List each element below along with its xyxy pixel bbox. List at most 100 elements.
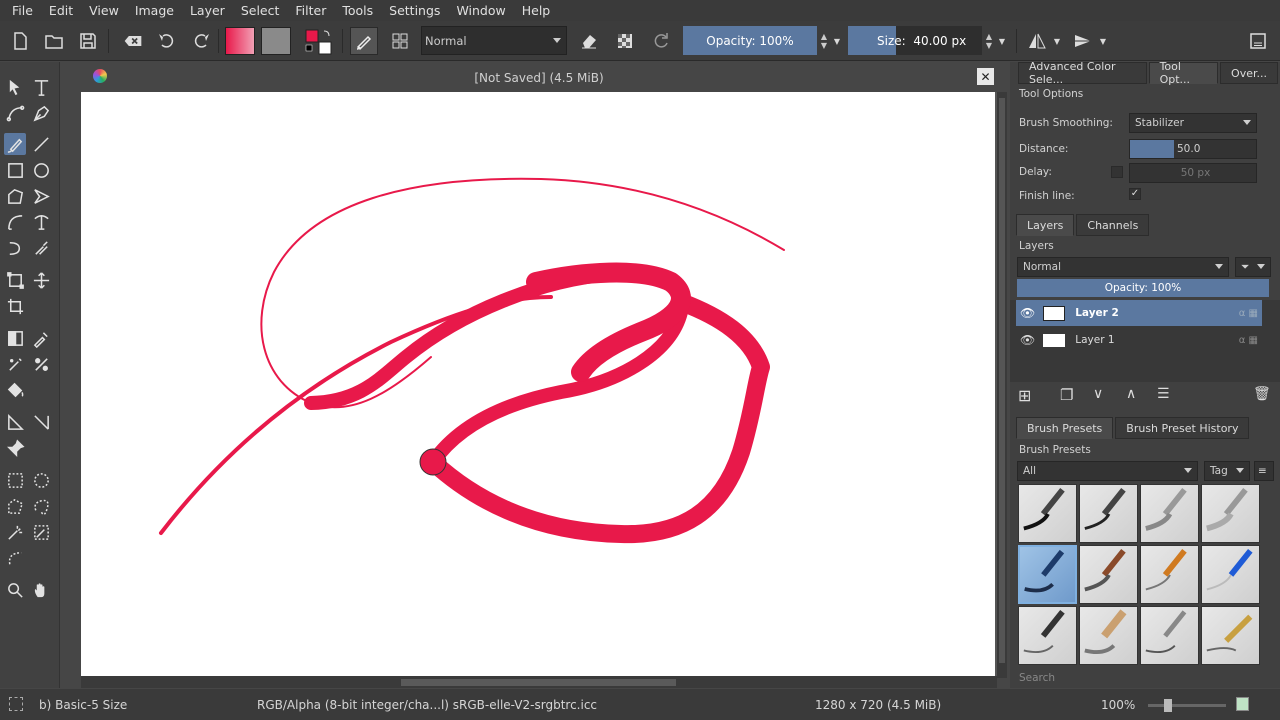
gradient-tool-icon[interactable] [4,327,26,349]
similar-select-tool-icon[interactable] [30,521,52,543]
layer-visibility-eye-icon[interactable]: 👁 [1020,333,1035,347]
pan-tool-icon[interactable] [30,579,52,601]
status-color-space[interactable]: RGB/Alpha (8-bit integer/cha...l) sRGB-e… [257,698,597,712]
menu-file[interactable]: File [4,3,41,18]
contiguous-select-tool-icon[interactable] [4,521,26,543]
tab-channels[interactable]: Channels [1076,214,1150,236]
multibrush-tool-icon[interactable] [30,237,52,259]
zoom-slider[interactable] [1148,699,1226,712]
layer-properties-icon[interactable]: ☰ [1157,386,1170,402]
zoom-slider-handle[interactable] [1164,699,1172,712]
move-layer-down-icon[interactable]: ∨ [1093,386,1103,402]
layers-blend-mode-select[interactable]: Normal [1017,257,1229,277]
layers-filter-icon[interactable]: ⏷ [1235,257,1271,277]
finish-line-checkbox[interactable]: ✓ [1129,188,1141,200]
drawing-canvas[interactable] [81,92,995,676]
brush-settings-icon[interactable] [388,27,412,55]
freehand-brush-tool-icon[interactable] [4,133,26,155]
presets-search-field[interactable]: Search [1019,672,1055,684]
reference-images-tool-icon[interactable] [4,437,26,459]
layer-lock-icon[interactable]: α ▦ [1239,335,1258,346]
eraser-mode-icon[interactable] [576,27,602,55]
crop-tool-icon[interactable] [4,295,26,317]
brush-preset-tile-selected[interactable] [1018,545,1077,604]
open-document-icon[interactable] [42,27,66,55]
ellipse-tool-icon[interactable] [30,159,52,181]
rectangle-tool-icon[interactable] [4,159,26,181]
blend-mode-select[interactable]: Normal [421,26,567,55]
opacity-dropdown-icon[interactable]: ▼ [831,27,843,55]
preserve-alpha-icon[interactable] [612,27,638,55]
zoom-tool-icon[interactable] [4,579,26,601]
rect-select-tool-icon[interactable] [4,469,26,491]
workspace-icon[interactable] [1245,27,1271,55]
presets-menu-icon[interactable]: ≡ [1254,461,1274,481]
mirror-horizontal-icon[interactable] [1024,27,1050,55]
fill-tool-icon[interactable] [4,379,26,401]
redo-icon[interactable] [189,27,213,55]
delay-checkbox[interactable] [1111,166,1123,178]
menu-settings[interactable]: Settings [381,3,448,18]
layers-opacity-slider[interactable]: Opacity: 100% [1017,279,1269,297]
mirror-v-dropdown-icon[interactable]: ▼ [1097,27,1109,55]
brush-preset-tile[interactable] [1201,545,1260,604]
gradient-swatch[interactable] [225,27,255,55]
brush-preset-tile[interactable] [1079,606,1138,665]
freehand-select-tool-icon[interactable] [30,495,52,517]
add-layer-icon[interactable]: ⊞ [1018,386,1031,405]
vertical-scrollbar[interactable] [997,92,1007,678]
opacity-stepper[interactable]: ▲ ▼ [818,29,830,53]
status-zoom[interactable]: 100% [1101,698,1135,712]
menu-filter[interactable]: Filter [287,3,334,18]
polygon-tool-icon[interactable] [4,185,26,207]
brush-preset-tile[interactable] [1140,606,1199,665]
menu-tools[interactable]: Tools [334,3,381,18]
new-document-icon[interactable] [8,27,32,55]
mirror-h-dropdown-icon[interactable]: ▼ [1051,27,1063,55]
delay-field[interactable]: 50 px [1129,163,1257,183]
move-layer-up-icon[interactable]: ∧ [1126,386,1136,402]
duplicate-layer-icon[interactable]: ❐ [1060,386,1073,404]
menu-window[interactable]: Window [448,3,513,18]
dynamic-brush-tool-icon[interactable] [4,237,26,259]
brush-preset-tile[interactable] [1201,606,1260,665]
clear-icon[interactable] [118,27,148,55]
smart-patch-tool-icon[interactable] [30,353,52,375]
menu-image[interactable]: Image [127,3,182,18]
undo-icon[interactable] [155,27,179,55]
brush-preset-tile[interactable] [1018,606,1077,665]
tab-overview[interactable]: Over... [1220,62,1278,84]
menu-layer[interactable]: Layer [182,3,233,18]
menu-view[interactable]: View [81,3,127,18]
line-tool-icon[interactable] [30,133,52,155]
layer-row-2[interactable]: 👁 Layer 2 α ▦ [1016,300,1262,326]
tab-brush-preset-history[interactable]: Brush Preset History [1115,417,1250,439]
selection-display-icon[interactable] [9,697,23,711]
delete-layer-icon[interactable]: 🗑 [1253,386,1271,402]
menu-help[interactable]: Help [514,3,559,18]
menu-edit[interactable]: Edit [41,3,81,18]
layer-name[interactable]: Layer 1 [1075,334,1114,346]
brush-preset-tile[interactable] [1018,484,1077,543]
bezier-select-tool-icon[interactable] [4,547,26,569]
assistant-tool-icon[interactable] [4,411,26,433]
measure-tool-icon[interactable] [30,411,52,433]
transform-tool-icon[interactable] [4,269,26,291]
mirror-vertical-icon[interactable] [1070,27,1096,55]
brush-preset-tile[interactable] [1140,484,1199,543]
horizontal-scroll-thumb[interactable] [401,679,676,686]
brush-preset-tile[interactable] [1201,484,1260,543]
horizontal-scrollbar[interactable] [81,676,997,688]
brush-preset-tile[interactable] [1140,545,1199,604]
size-stepper[interactable]: ▲ ▼ [983,29,995,53]
size-dropdown-icon[interactable]: ▼ [996,27,1008,55]
brush-preset-tile[interactable] [1079,484,1138,543]
bezier-tool-icon[interactable] [4,211,26,233]
brush-smoothing-select[interactable]: Stabilizer [1129,113,1257,133]
color-swatches[interactable] [303,27,335,55]
freehand-path-tool-icon[interactable] [30,211,52,233]
brush-preset-tile[interactable] [1079,545,1138,604]
text-tool-icon[interactable] [30,76,52,98]
tab-brush-presets[interactable]: Brush Presets [1016,417,1114,439]
save-icon[interactable] [76,27,100,55]
